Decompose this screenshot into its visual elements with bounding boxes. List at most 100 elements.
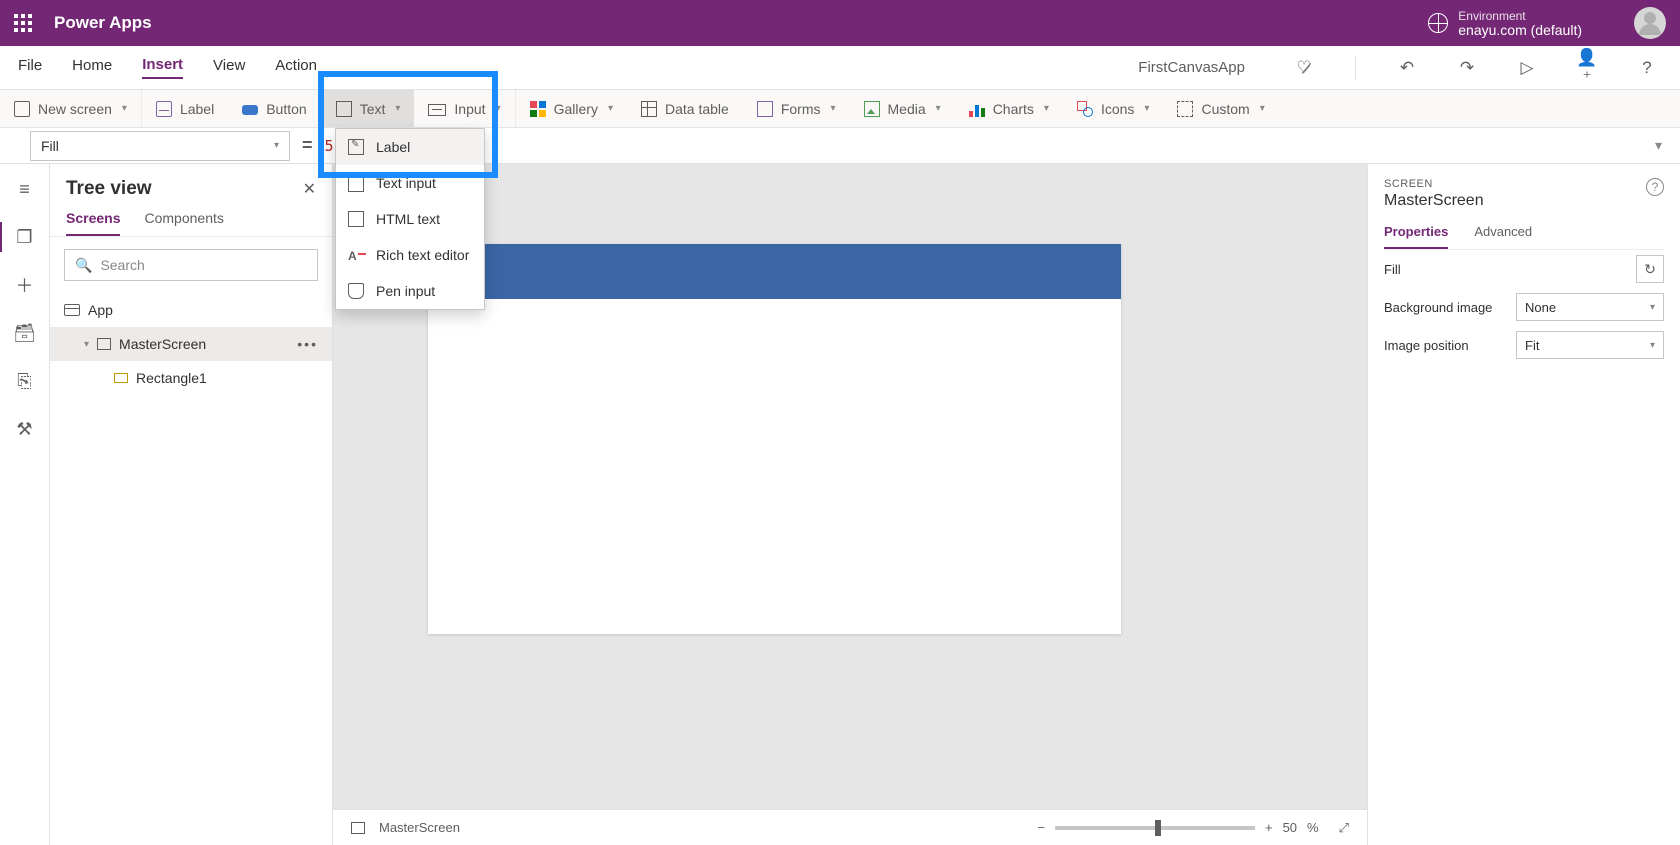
html-text-icon (348, 211, 364, 227)
chevron-down-icon: ▾ (274, 140, 279, 151)
prop-bgimage-select[interactable]: None ▾ (1516, 293, 1664, 321)
tree-node-rectangle1[interactable]: Rectangle1 (50, 361, 332, 395)
environment-picker[interactable]: Environment enayu.com (default) (1428, 9, 1582, 37)
menu-file[interactable]: File (18, 57, 42, 78)
prop-tab-advanced[interactable]: Advanced (1474, 224, 1532, 249)
tree-node-app[interactable]: App (50, 293, 332, 327)
preview-play-icon[interactable]: ▷ (1512, 58, 1542, 78)
textmenu-rte-label: Rich text editor (376, 247, 469, 263)
ribbon-text[interactable]: Text ▾ (322, 90, 415, 127)
rail-treeview-icon[interactable]: ❐ (14, 226, 36, 248)
app-checker-icon[interactable]: ♡̷ (1289, 58, 1319, 78)
ribbon-label[interactable]: Label (142, 90, 228, 127)
prop-imgpos-select[interactable]: Fit ▾ (1516, 331, 1664, 359)
screen-icon (14, 101, 30, 117)
ribbon-text-label: Text (360, 101, 386, 117)
formula-expand-icon[interactable]: ▾ (1655, 137, 1662, 154)
ribbon-icons[interactable]: Icons ▾ (1063, 90, 1164, 127)
ribbon-gallery[interactable]: Gallery ▾ (516, 90, 627, 127)
menu-action[interactable]: Action (275, 57, 317, 78)
ribbon-gallery-label: Gallery (554, 101, 598, 117)
menu-bar: File Home Insert View Action FirstCanvas… (0, 46, 1680, 90)
app-launcher-icon[interactable] (14, 14, 32, 32)
ribbon-media-label: Media (888, 101, 926, 117)
zoom-slider[interactable] (1055, 826, 1255, 830)
chevron-down-icon: ▾ (936, 103, 941, 114)
tree-tab-screens[interactable]: Screens (66, 210, 120, 236)
textmenu-label[interactable]: Label (336, 129, 484, 165)
ribbon-custom-label: Custom (1201, 101, 1249, 117)
textmenu-text-input-label: Text input (376, 175, 436, 191)
formula-input[interactable]: 5, 255, 1) (325, 137, 1643, 155)
tree-search-placeholder: Search (100, 257, 144, 273)
pen-input-icon (348, 283, 364, 299)
rich-text-icon (348, 247, 364, 263)
left-rail: ≡ ❐ ＋ 🗃 ⎘ ⚒ (0, 164, 50, 845)
menu-view[interactable]: View (213, 57, 245, 78)
prop-tab-properties[interactable]: Properties (1384, 224, 1448, 249)
tree-search-input[interactable]: 🔍 Search (64, 249, 318, 281)
rail-media-icon[interactable]: ⎘ (14, 370, 36, 392)
fit-to-screen-icon[interactable]: ⤢ (1339, 820, 1349, 836)
ribbon-input-label: Input (454, 101, 485, 117)
undo-icon[interactable]: ↶ (1392, 58, 1422, 78)
tree-tab-components[interactable]: Components (144, 210, 223, 236)
zoom-out-icon[interactable]: − (1037, 820, 1045, 835)
menu-insert[interactable]: Insert (142, 56, 183, 79)
textmenu-pen-input[interactable]: Pen input (336, 273, 484, 309)
prop-fill-label: Fill (1384, 262, 1401, 277)
textmenu-pen-input-label: Pen input (376, 283, 435, 299)
help-icon[interactable]: ? (1632, 58, 1662, 78)
tree-node-masterscreen[interactable]: ▾ MasterScreen ••• (50, 327, 332, 361)
ribbon-button[interactable]: Button (228, 90, 321, 127)
chevron-down-icon: ▾ (84, 339, 89, 350)
canvas-status-bar: MasterScreen − + 50 % ⤢ (333, 809, 1367, 845)
insert-ribbon: New screen ▾ Label Button Text ▾ Input ▾… (0, 90, 1680, 128)
panel-help-icon[interactable]: ? (1646, 178, 1664, 196)
user-avatar[interactable] (1634, 7, 1666, 39)
tree-node-masterscreen-label: MasterScreen (119, 336, 206, 352)
ribbon-charts-label: Charts (993, 101, 1034, 117)
chevron-down-icon: ▾ (1144, 103, 1149, 114)
close-tree-icon[interactable]: ✕ (303, 179, 316, 199)
title-bar: Power Apps Environment enayu.com (defaul… (0, 0, 1680, 46)
textmenu-label-text: Label (376, 139, 410, 155)
media-icon (864, 101, 880, 117)
zoom-in-icon[interactable]: + (1265, 820, 1273, 835)
redo-icon[interactable]: ↷ (1452, 58, 1482, 78)
rail-insert-icon[interactable]: ＋ (14, 274, 36, 296)
menu-home[interactable]: Home (72, 57, 112, 78)
tree-node-more-icon[interactable]: ••• (297, 336, 318, 352)
textmenu-text-input[interactable]: Text input (336, 165, 484, 201)
prop-fill-swatch[interactable]: ↻ (1636, 255, 1664, 283)
app-icon (64, 304, 80, 316)
ribbon-input[interactable]: Input ▾ (414, 90, 515, 127)
canvas-area[interactable]: MasterScreen − + 50 % ⤢ (333, 164, 1367, 845)
textmenu-rich-text-editor[interactable]: Rich text editor (336, 237, 484, 273)
ribbon-charts[interactable]: Charts ▾ (955, 90, 1063, 127)
charts-icon (969, 101, 985, 117)
rail-data-icon[interactable]: 🗃 (14, 322, 36, 344)
rail-advanced-icon[interactable]: ⚒ (14, 418, 36, 440)
ribbon-new-screen[interactable]: New screen ▾ (0, 90, 142, 127)
prop-bgimage-value: None (1525, 300, 1556, 315)
ribbon-icons-label: Icons (1101, 101, 1134, 117)
ribbon-data-table[interactable]: Data table (627, 90, 743, 127)
prop-bgimage-label: Background image (1384, 300, 1492, 315)
artboard-masterscreen[interactable] (428, 244, 1121, 634)
ribbon-media[interactable]: Media ▾ (850, 90, 955, 127)
property-selector[interactable]: Fill ▾ (30, 131, 290, 161)
control-rectangle1[interactable] (428, 244, 1121, 299)
formula-bar: Fill ▾ = 5, 255, 1) ▾ (0, 128, 1680, 164)
ribbon-data-table-label: Data table (665, 101, 729, 117)
ribbon-custom[interactable]: Custom ▾ (1163, 90, 1278, 127)
app-file-name[interactable]: FirstCanvasApp (1138, 59, 1245, 76)
equals-icon: = (302, 135, 313, 156)
textmenu-html-text[interactable]: HTML text (336, 201, 484, 237)
text-dropdown-menu: Label Text input HTML text Rich text edi… (335, 128, 485, 310)
rail-hamburger-icon[interactable]: ≡ (14, 178, 36, 200)
chevron-down-icon: ▾ (830, 103, 835, 114)
search-icon: 🔍 (75, 257, 92, 274)
ribbon-forms[interactable]: Forms ▾ (743, 90, 850, 127)
share-icon[interactable]: 👤⁺ (1572, 48, 1602, 88)
